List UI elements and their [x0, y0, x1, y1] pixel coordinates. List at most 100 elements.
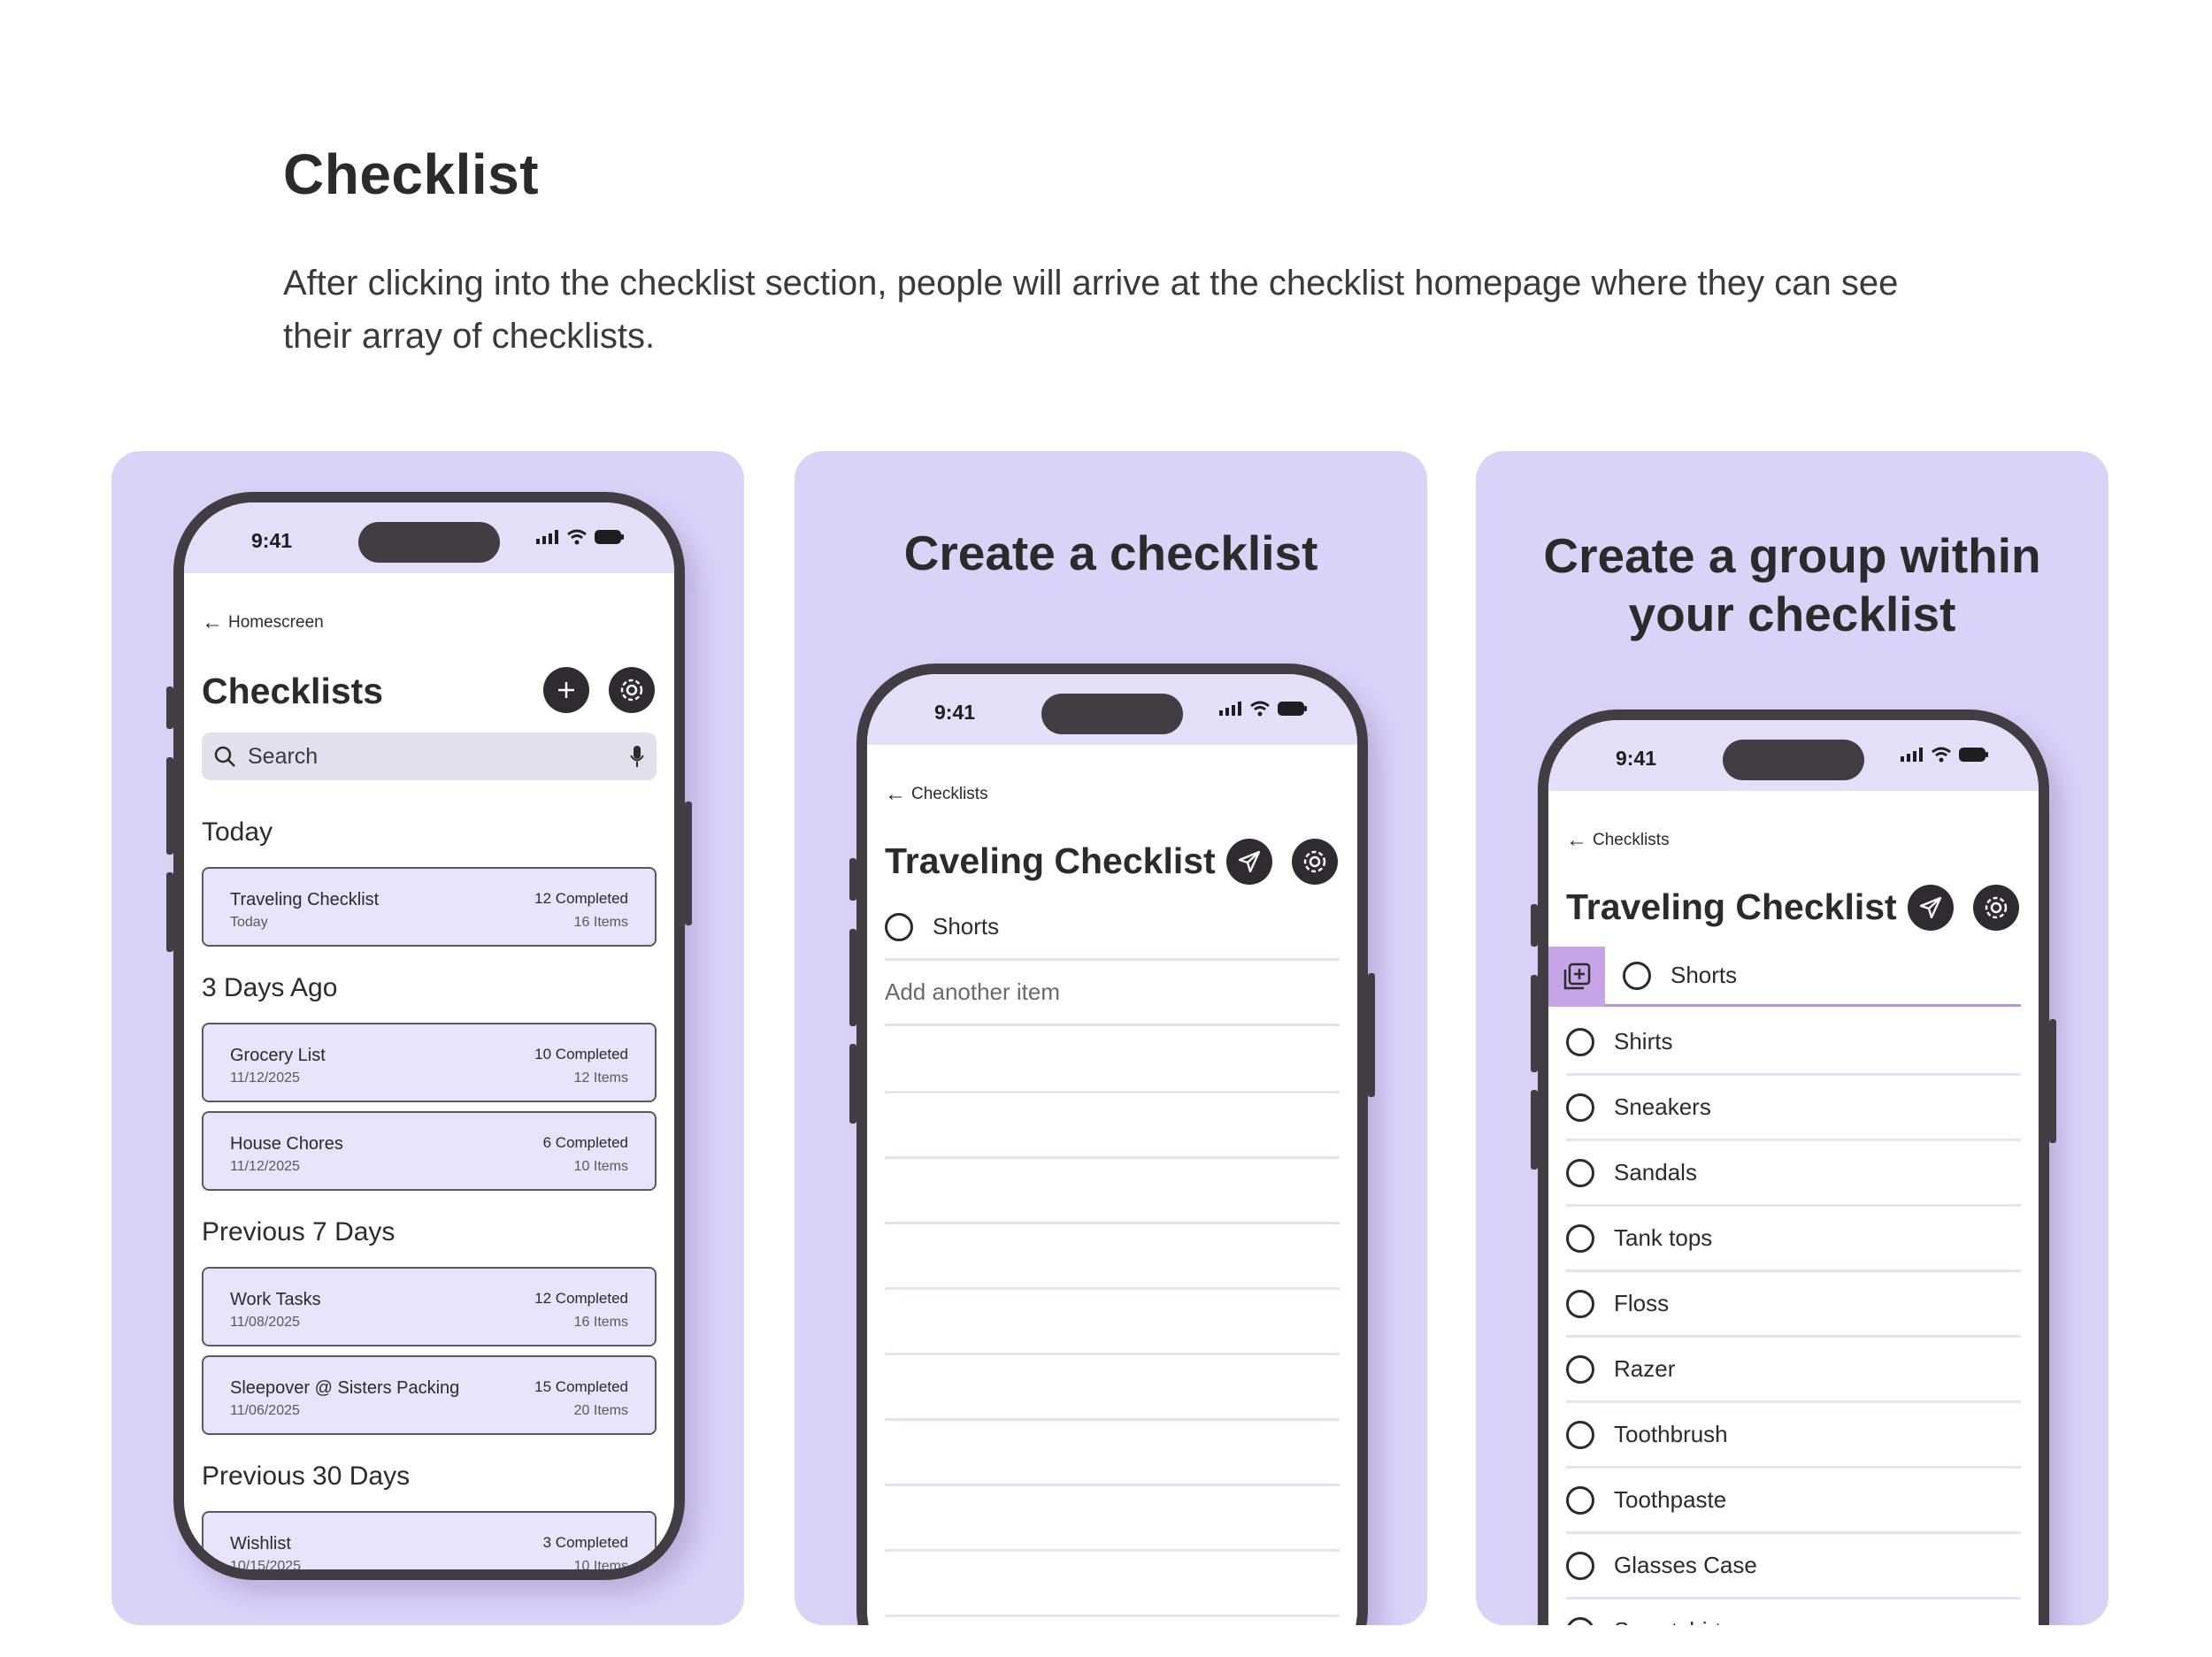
item-label: Shorts — [933, 913, 1000, 940]
card-date: 11/12/2025 — [230, 1070, 300, 1085]
panel-checklist-home: 9:41 ← Homescreen Checklists Search Toda… — [111, 451, 744, 1625]
gear-icon — [620, 679, 643, 702]
divider — [885, 1353, 1340, 1355]
checkbox-circle-icon[interactable] — [1623, 961, 1651, 990]
list-item[interactable]: Sneakers — [1566, 1076, 2021, 1141]
panel-create-group: Create a group within your checklist 9:4… — [1476, 451, 2108, 1625]
section-heading-today: Today — [202, 817, 273, 847]
signal-icon — [536, 530, 558, 544]
card-name: Grocery List — [230, 1046, 326, 1065]
signal-icon — [1901, 748, 1923, 762]
plus-icon — [558, 682, 574, 698]
list-item[interactable]: Floss — [1566, 1272, 2021, 1338]
list-item[interactable]: Toothbrush — [1566, 1403, 2021, 1469]
list-item[interactable]: Sweatshirt — [1566, 1599, 2021, 1625]
list-item[interactable]: Tank tops — [1566, 1207, 2021, 1272]
panel-create-checklist: Create a checklist 9:41 ← Checklists Tra… — [795, 451, 1427, 1625]
list-item[interactable]: Razer — [1566, 1338, 2021, 1403]
settings-button[interactable] — [1973, 885, 2019, 931]
panel-title-line-2: your checklist — [1628, 587, 1956, 641]
dynamic-island — [1723, 740, 1864, 780]
status-bar: 9:41 — [184, 502, 674, 573]
checklist-card[interactable]: Sleepover @ Sisters Packing 11/06/2025 1… — [202, 1355, 657, 1435]
checkbox-circle-icon[interactable] — [1566, 1354, 1594, 1384]
divider — [885, 1287, 1340, 1290]
settings-button[interactable] — [609, 667, 655, 713]
dynamic-island — [358, 522, 500, 563]
microphone-icon[interactable] — [628, 744, 646, 769]
list-item[interactable]: Glasses Case — [1566, 1534, 2021, 1599]
share-button[interactable] — [1226, 839, 1272, 885]
gear-icon — [1985, 896, 2008, 919]
item-label: Shorts — [1671, 962, 1738, 988]
back-link[interactable]: ← Checklists — [1566, 828, 1670, 853]
wifi-icon — [1250, 701, 1270, 717]
back-link[interactable]: ← Homescreen — [202, 610, 324, 635]
checklist-card[interactable]: Wishlist 10/15/2025 3 Completed 10 Items — [202, 1511, 657, 1569]
settings-button[interactable] — [1292, 839, 1338, 885]
checklist-card[interactable]: Work Tasks 11/08/2025 12 Completed 16 It… — [202, 1267, 657, 1346]
status-icons — [536, 529, 625, 545]
phone-frame: 9:41 ← Checklists Traveling Checklist Sh… — [849, 664, 1375, 1625]
wifi-icon — [1932, 747, 1951, 763]
checkbox-circle-icon[interactable] — [1566, 1224, 1594, 1253]
arrow-left-icon: ← — [885, 782, 906, 806]
card-date: 10/15/2025 — [230, 1559, 302, 1569]
checkbox-circle-icon[interactable] — [885, 912, 913, 941]
battery-icon — [1959, 748, 1988, 762]
card-items: 10 Items — [573, 1559, 628, 1569]
share-button[interactable] — [1908, 885, 1954, 931]
item-label: Toothpaste — [1614, 1486, 1727, 1513]
checklist-card[interactable]: Grocery List 11/12/2025 10 Completed 12 … — [202, 1023, 657, 1102]
checklist-card[interactable]: House Chores 11/12/2025 6 Completed 10 I… — [202, 1111, 657, 1191]
item-label: Sandals — [1614, 1159, 1697, 1185]
back-link[interactable]: ← Checklists — [885, 782, 988, 807]
divider — [885, 1615, 1340, 1617]
search-input[interactable]: Search — [202, 733, 657, 780]
status-bar: 9:41 — [1548, 720, 2039, 791]
card-name: House Chores — [230, 1134, 343, 1154]
checkbox-circle-icon[interactable] — [1566, 1616, 1594, 1625]
list-item[interactable]: Shirts — [1566, 1010, 2021, 1076]
checkbox-circle-icon[interactable] — [1566, 1093, 1594, 1122]
list-item[interactable]: Toothpaste — [1566, 1469, 2021, 1534]
card-completed: 12 Completed — [534, 1290, 628, 1307]
app-body: ← Checklists Traveling Checklist Shorts — [1548, 791, 2039, 1625]
card-items: 20 Items — [573, 1403, 628, 1418]
status-time: 9:41 — [1616, 747, 1657, 770]
card-name: Work Tasks — [230, 1290, 321, 1309]
status-icons — [1901, 747, 1989, 763]
item-label: Toothbrush — [1614, 1421, 1728, 1447]
checkbox-circle-icon[interactable] — [1566, 1289, 1594, 1318]
grouped-list-item[interactable]: Shorts — [1605, 947, 2021, 1007]
list-item[interactable]: Shorts — [885, 895, 1340, 961]
add-item-input[interactable]: Add another item — [885, 961, 1340, 1026]
card-name: Sleepover @ Sisters Packing — [230, 1378, 460, 1398]
checkbox-circle-icon[interactable] — [1566, 1551, 1594, 1580]
checkbox-circle-icon[interactable] — [1566, 1027, 1594, 1056]
add-checklist-button[interactable] — [543, 667, 589, 713]
checkbox-circle-icon[interactable] — [1566, 1158, 1594, 1187]
status-time: 9:41 — [251, 529, 293, 552]
item-label: Sweatshirt — [1614, 1617, 1721, 1625]
back-label: Checklists — [911, 785, 988, 803]
status-bar: 9:41 — [867, 674, 1357, 745]
divider — [885, 1156, 1340, 1159]
card-completed: 15 Completed — [534, 1378, 628, 1395]
battery-icon — [1278, 702, 1307, 716]
arrow-left-icon: ← — [1566, 828, 1587, 852]
screen-title: Checklists — [202, 671, 384, 711]
card-date: 11/06/2025 — [230, 1403, 300, 1418]
send-icon — [1919, 896, 1942, 919]
item-label: Floss — [1614, 1290, 1670, 1316]
list-item[interactable]: Sandals — [1566, 1141, 2021, 1207]
app-body: ← Homescreen Checklists Search Today Tra… — [184, 573, 674, 1569]
checkbox-circle-icon[interactable] — [1566, 1485, 1594, 1515]
card-completed: 10 Completed — [534, 1046, 628, 1062]
phone-frame: 9:41 ← Homescreen Checklists Search Toda… — [166, 492, 692, 1580]
item-label: Glasses Case — [1614, 1552, 1757, 1578]
divider — [885, 1418, 1340, 1421]
checkbox-circle-icon[interactable] — [1566, 1420, 1594, 1449]
add-group-button[interactable] — [1548, 947, 1605, 1007]
checklist-card[interactable]: Traveling Checklist Today 12 Completed 1… — [202, 867, 657, 947]
